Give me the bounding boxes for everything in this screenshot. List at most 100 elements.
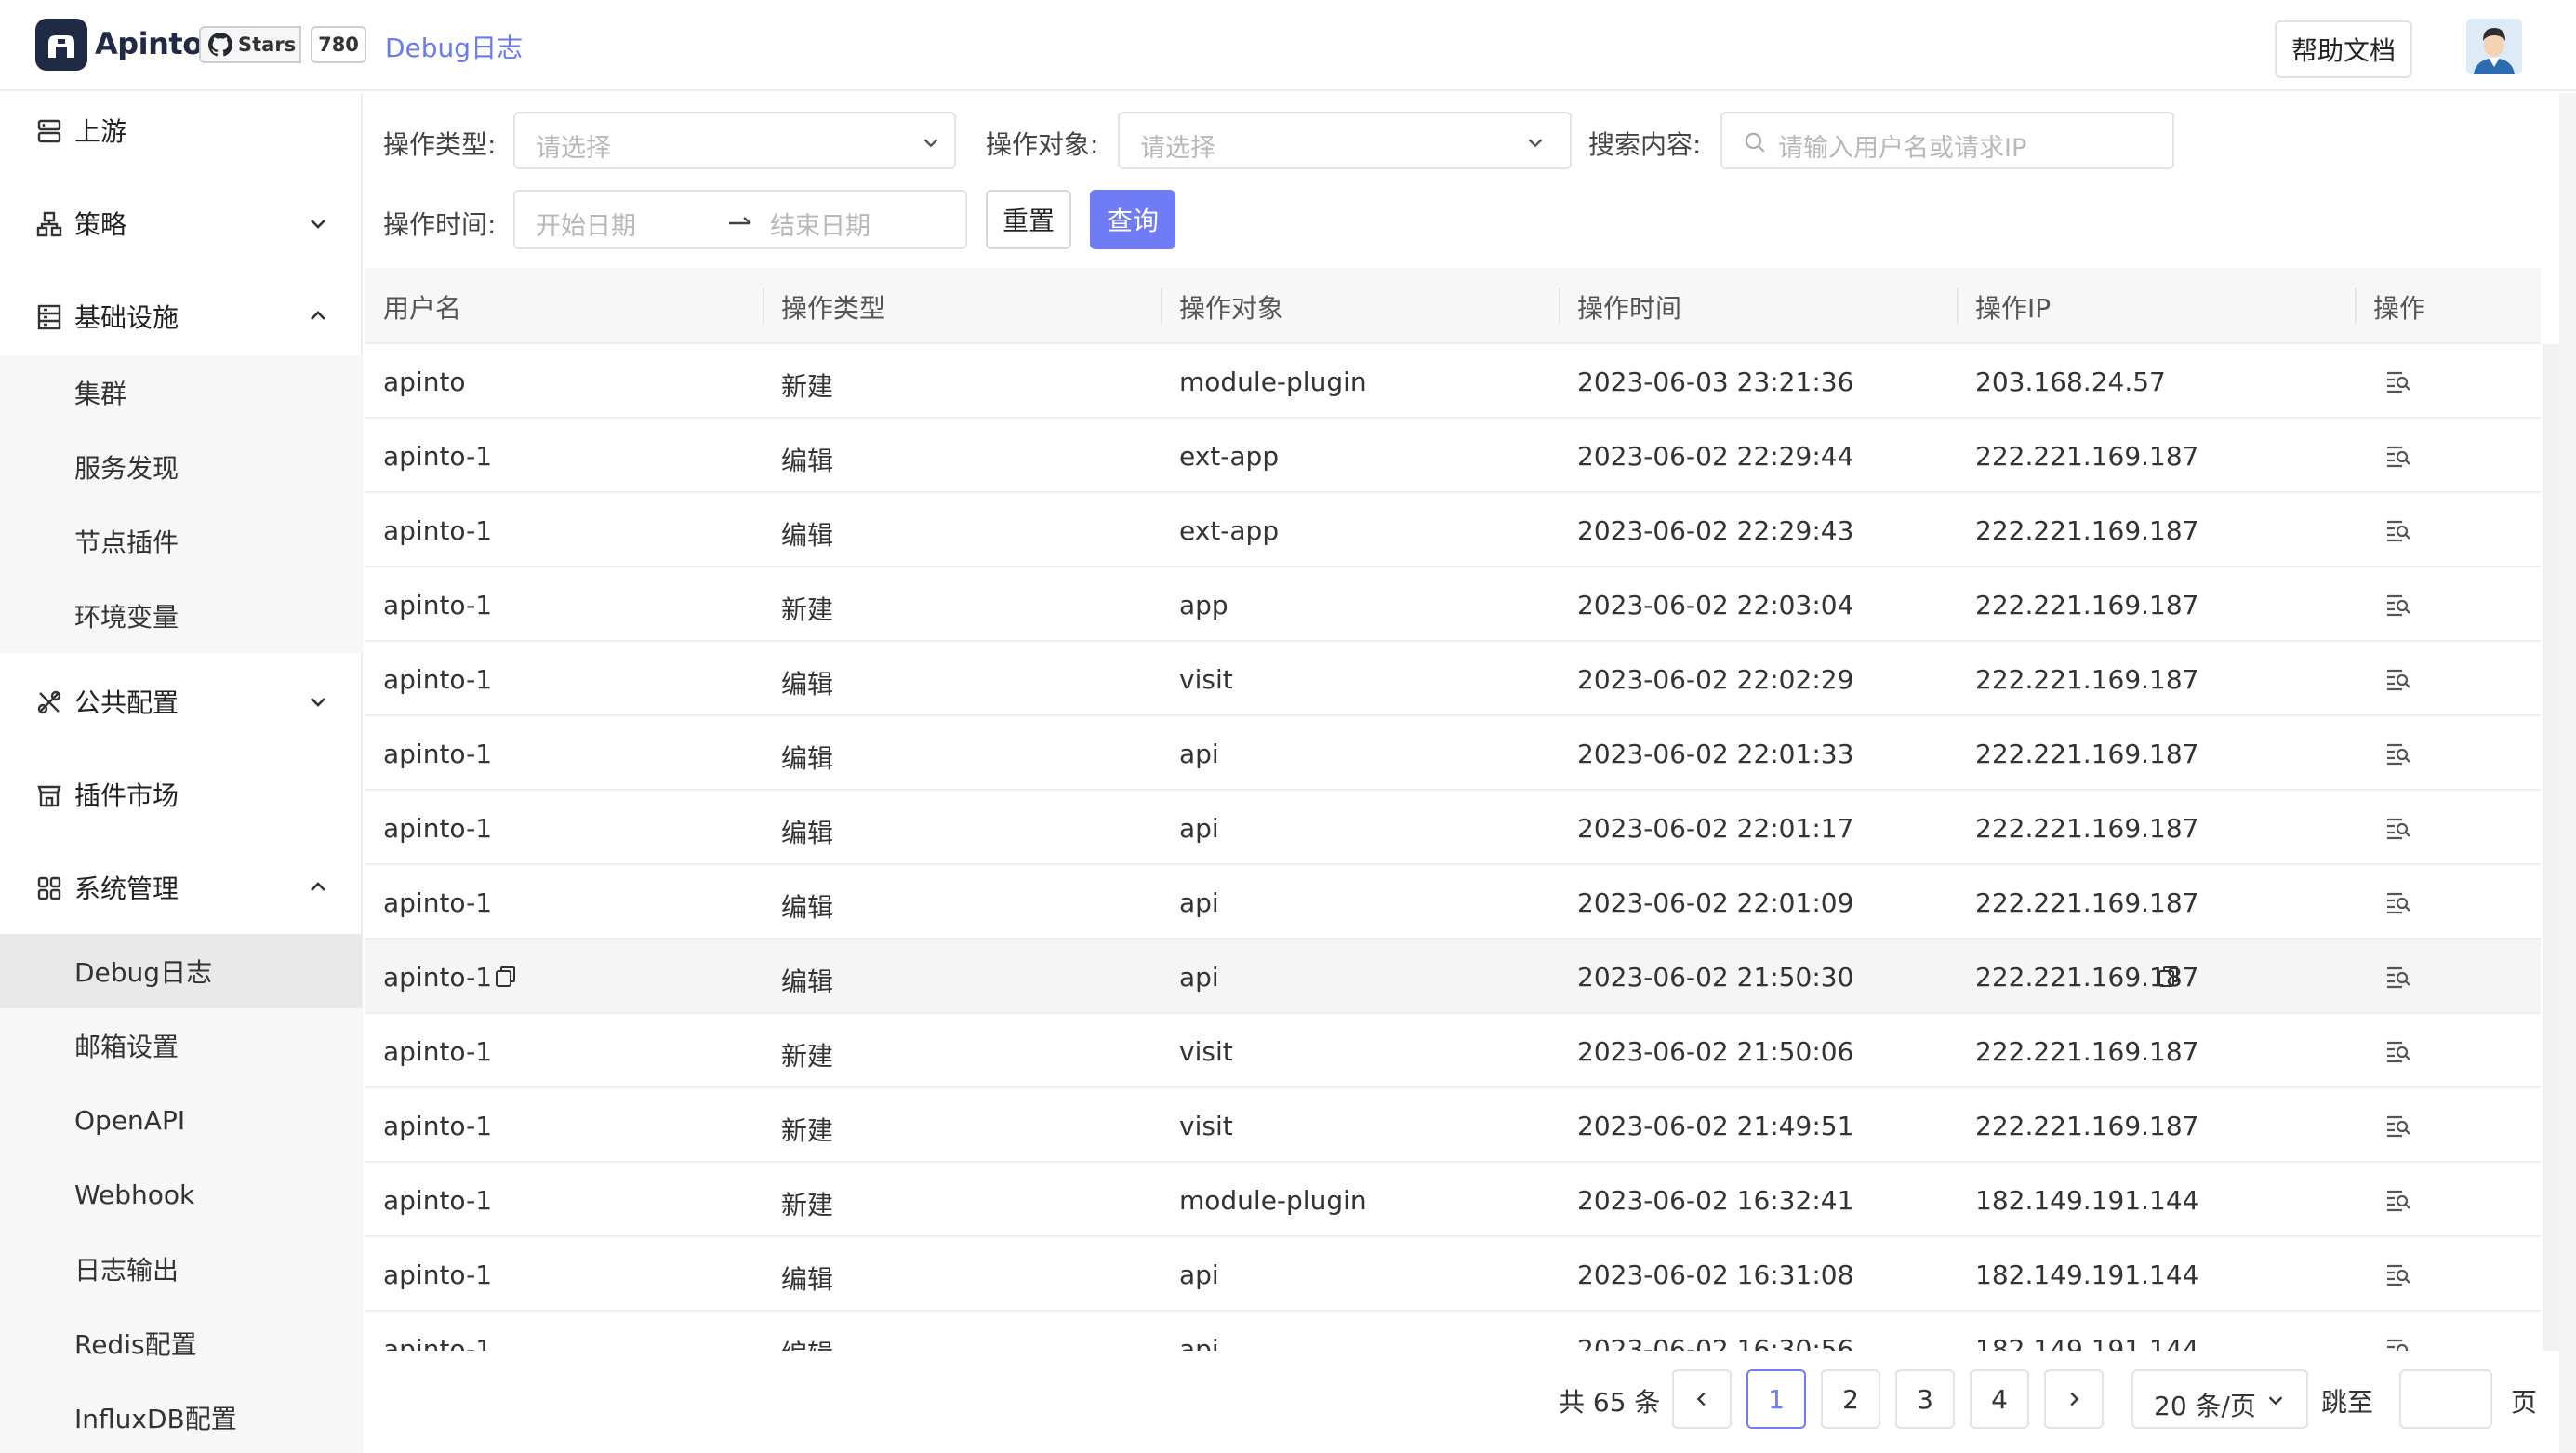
table-row[interactable]: apinto-1 编辑 api 2023-06-02 16:31:08 182.149.…: [365, 1237, 2541, 1312]
sidebar-item-node-plugins[interactable]: 节点插件: [0, 504, 363, 579]
cell-op-ip: 222.221.169.187: [1975, 664, 2199, 695]
table-row[interactable]: apinto-1 编辑 api 2023-06-02 22:01:09 222.221.…: [365, 865, 2541, 940]
table-row[interactable]: apinto-1 新建 visit 2023-06-02 21:49:51 222.22…: [365, 1088, 2541, 1163]
view-detail-icon[interactable]: [2384, 517, 2412, 543]
sidebar-item-redis-config[interactable]: Redis配置: [0, 1306, 363, 1380]
view-detail-icon[interactable]: [2384, 740, 2412, 766]
cell-op-time: 2023-06-02 22:29:43: [1577, 515, 1854, 546]
chevron-down-icon[interactable]: [307, 690, 329, 713]
view-detail-icon[interactable]: [2384, 1261, 2412, 1287]
view-detail-icon[interactable]: [2384, 1038, 2412, 1064]
table-row[interactable]: apinto-1 编辑 visit 2023-06-02 22:02:29 222.22…: [365, 642, 2541, 716]
apinto-logo-icon[interactable]: [35, 19, 87, 71]
query-button[interactable]: 查询: [1090, 190, 1175, 249]
table-row[interactable]: apinto 新建 module-plugin 2023-06-03 23:21:36…: [365, 344, 2541, 419]
chevron-up-icon[interactable]: [307, 876, 329, 899]
chevron-left-icon: [1696, 1392, 1706, 1406]
sidebar-item-upstream[interactable]: 上游: [0, 93, 363, 167]
view-detail-icon[interactable]: [2384, 666, 2412, 692]
view-detail-icon[interactable]: [2384, 1336, 2412, 1351]
jump-page-input[interactable]: [2399, 1369, 2492, 1429]
cell-op-target: app: [1179, 590, 1228, 620]
chevron-down-icon[interactable]: [307, 212, 329, 234]
sidebar-item-email-settings[interactable]: 邮箱设置: [0, 1008, 363, 1083]
upstream-icon: [37, 119, 61, 143]
reset-button[interactable]: 重置: [986, 190, 1071, 249]
cell-op-type: 编辑: [781, 966, 834, 997]
table-scrollbar[interactable]: [2543, 344, 2559, 1351]
sidebar-item-public-config[interactable]: 公共配置: [0, 664, 363, 739]
cell-username: apinto-1: [383, 739, 493, 769]
table-row[interactable]: apinto-1 编辑 ext-app 2023-06-02 22:29:44 222.…: [365, 419, 2541, 493]
copy-icon[interactable]: [493, 964, 519, 990]
chevron-up-icon[interactable]: [307, 305, 329, 327]
github-stars-count[interactable]: 780: [311, 26, 366, 63]
help-docs-button[interactable]: 帮助文档: [2275, 20, 2412, 78]
sidebar-item-log-output[interactable]: 日志输出: [0, 1232, 363, 1306]
op-type-placeholder: 请选择: [536, 134, 611, 163]
table-row[interactable]: apinto-1 编辑 ext-app 2023-06-02 22:29:43 222.…: [365, 493, 2541, 567]
table-row[interactable]: apinto-1 新建 visit 2023-06-02 21:50:06 222.22…: [365, 1014, 2541, 1088]
plugin-market-icon: [37, 785, 61, 807]
sidebar: 上游 策略 基础设施 集群 服务发现 节点插件 环境变量 公共配置 插件市场 系…: [0, 93, 363, 1453]
avatar[interactable]: [2466, 19, 2522, 74]
view-detail-icon[interactable]: [2384, 1187, 2412, 1213]
jump-to-label: 跳至: [2321, 1387, 2374, 1418]
sidebar-item-strategy[interactable]: 策略: [0, 186, 363, 260]
table-row[interactable]: apinto-1 编辑 api 2023-06-02 16:30:56 182.149.…: [365, 1312, 2541, 1351]
cell-op-time: 2023-06-02 22:02:29: [1577, 664, 1854, 695]
view-detail-icon[interactable]: [2384, 1113, 2412, 1139]
table-row[interactable]: apinto-1 编辑 api 2023-06-02 22:01:33 222.221.…: [365, 716, 2541, 791]
table-row[interactable]: apinto-1 编辑 api 2023-06-02 21:50:30 222.221.…: [365, 940, 2541, 1014]
chevron-down-icon: [1528, 139, 1543, 148]
start-date-input[interactable]: 开始日期: [536, 206, 636, 242]
cell-op-target: api: [1179, 962, 1219, 993]
sidebar-item-service-discovery[interactable]: 服务发现: [0, 430, 363, 504]
cell-op-time: 2023-06-02 22:01:33: [1577, 739, 1854, 769]
github-stars-badge[interactable]: Stars 780: [199, 26, 366, 63]
page-button-2[interactable]: 2: [1821, 1369, 1880, 1429]
view-detail-icon[interactable]: [2384, 592, 2412, 618]
op-target-select[interactable]: 请选择: [1118, 112, 1572, 169]
view-detail-icon[interactable]: [2384, 889, 2412, 915]
sidebar-item-debug-log[interactable]: Debug日志: [0, 934, 363, 1008]
view-detail-icon[interactable]: [2384, 964, 2412, 990]
sidebar-item-webhook[interactable]: Webhook: [0, 1157, 363, 1232]
page-button-1[interactable]: 1: [1746, 1369, 1806, 1429]
sidebar-item-cluster[interactable]: 集群: [0, 355, 363, 430]
date-range-picker[interactable]: 开始日期 结束日期: [513, 190, 967, 249]
next-page-button[interactable]: [2044, 1369, 2104, 1429]
chevron-down-icon: [2268, 1396, 2283, 1406]
search-input[interactable]: 请输入用户名或请求IP: [1720, 112, 2174, 169]
sidebar-item-label: 邮箱设置: [74, 1032, 179, 1062]
page-button-4[interactable]: 4: [1970, 1369, 2029, 1429]
sidebar-item-label: 上游: [74, 116, 127, 147]
sidebar-item-infrastructure[interactable]: 基础设施: [0, 279, 363, 353]
table-row[interactable]: apinto-1 编辑 api 2023-06-02 22:01:17 222.221.…: [365, 791, 2541, 865]
cell-username: apinto-1: [383, 515, 493, 546]
end-date-input[interactable]: 结束日期: [770, 206, 870, 242]
page-button-3[interactable]: 3: [1895, 1369, 1955, 1429]
github-stars-button[interactable]: Stars: [199, 26, 301, 63]
prev-page-button[interactable]: [1672, 1369, 1732, 1429]
sidebar-item-label: Debug日志: [74, 957, 213, 988]
sidebar-item-influxdb-config[interactable]: InfluxDB配置: [0, 1380, 363, 1453]
cell-op-ip: 182.149.191.144: [1975, 1260, 2199, 1290]
sidebar-item-label: 日志输出: [74, 1255, 179, 1286]
op-type-select[interactable]: 请选择: [513, 112, 956, 169]
page-size-select[interactable]: 20 条/页: [2131, 1369, 2308, 1429]
page-scrollbar[interactable]: [2559, 93, 2576, 1453]
sidebar-item-plugin-market[interactable]: 插件市场: [0, 757, 363, 832]
table-row[interactable]: apinto-1 新建 app 2023-06-02 22:03:04 222.221.…: [365, 567, 2541, 642]
sidebar-item-openapi[interactable]: OpenAPI: [0, 1083, 363, 1157]
infrastructure-submenu: 集群 服务发现 节点插件 环境变量: [0, 355, 363, 653]
view-detail-icon[interactable]: [2384, 368, 2412, 394]
brand-name[interactable]: Apinto: [95, 26, 203, 61]
column-divider: [1957, 288, 1959, 324]
view-detail-icon[interactable]: [2384, 443, 2412, 469]
view-detail-icon[interactable]: [2384, 815, 2412, 841]
sidebar-item-system-management[interactable]: 系统管理: [0, 850, 363, 925]
copy-icon[interactable]: [2156, 964, 2182, 990]
sidebar-item-env-variables[interactable]: 环境变量: [0, 579, 363, 653]
table-row[interactable]: apinto-1 新建 module-plugin 2023-06-02 16:32:…: [365, 1163, 2541, 1237]
